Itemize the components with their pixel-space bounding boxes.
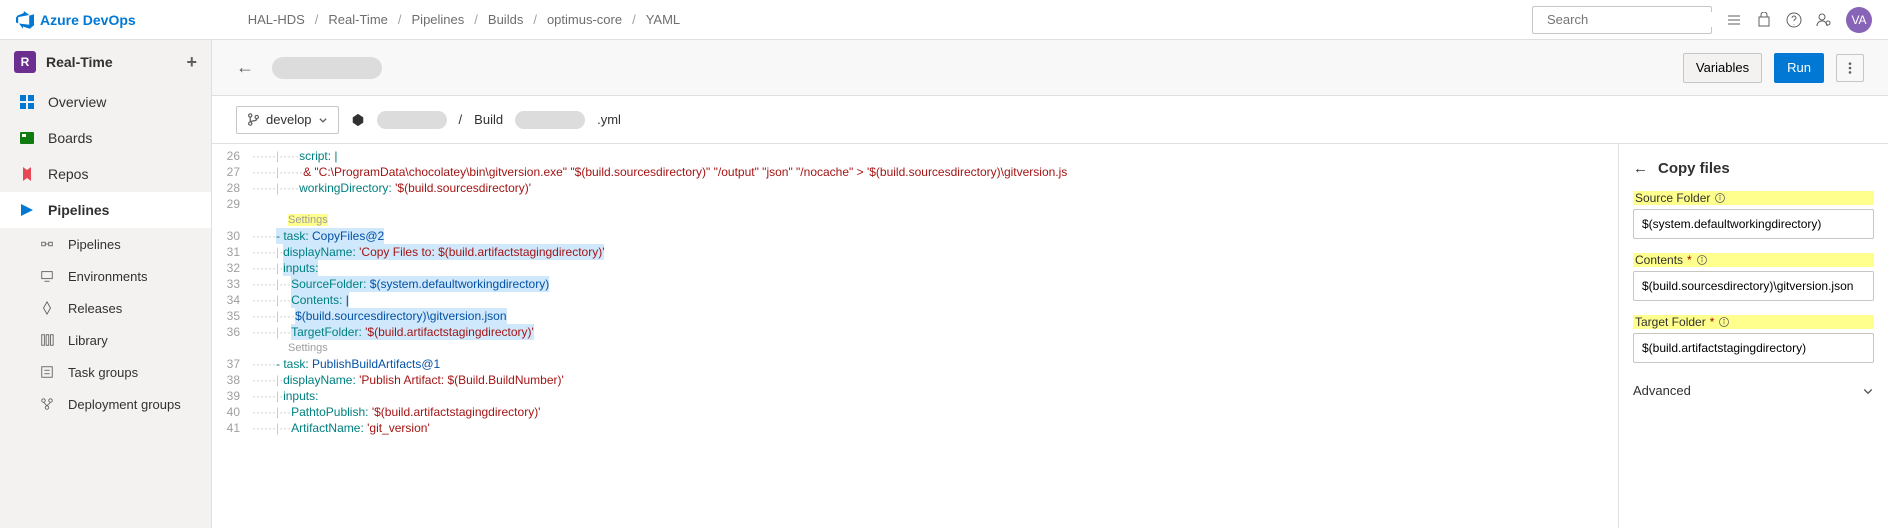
nav-environments[interactable]: Environments	[0, 260, 211, 292]
redacted-filename	[515, 111, 585, 129]
deployment-groups-icon	[38, 395, 56, 413]
library-icon	[38, 331, 56, 349]
file-icon	[351, 113, 365, 127]
breadcrumb-item[interactable]: HAL-HDS	[248, 12, 305, 27]
more-button[interactable]	[1836, 54, 1864, 82]
panel-title: Copy files	[1658, 160, 1730, 177]
branch-icon	[247, 113, 260, 126]
source-folder-label: Source Folder	[1633, 191, 1874, 205]
search-box[interactable]	[1532, 6, 1712, 34]
repos-icon	[18, 165, 36, 183]
contents-label: Contents *	[1633, 253, 1874, 267]
task-groups-icon	[38, 363, 56, 381]
target-folder-label: Target Folder *	[1633, 315, 1874, 329]
list-icon[interactable]	[1726, 12, 1742, 28]
shopping-bag-icon[interactable]	[1756, 12, 1772, 28]
advanced-section-toggle[interactable]: Advanced	[1633, 383, 1874, 398]
nav-repos[interactable]: Repos	[0, 156, 211, 192]
nav-pipelines-sub[interactable]: Pipelines	[0, 228, 211, 260]
releases-icon	[38, 299, 56, 317]
breadcrumb-item[interactable]: Real-Time	[328, 12, 387, 27]
redacted-title	[272, 57, 382, 79]
breadcrumb-item[interactable]: optimus-core	[547, 12, 622, 27]
nav-pipelines[interactable]: Pipelines	[0, 192, 211, 228]
nav-library[interactable]: Library	[0, 324, 211, 356]
brand-text: Azure DevOps	[40, 12, 136, 28]
breadcrumb: HAL-HDS/ Real-Time/ Pipelines/ Builds/ o…	[248, 12, 680, 27]
chevron-down-icon	[1862, 385, 1874, 397]
path-sep: /	[459, 112, 463, 127]
file-prefix: Build	[474, 112, 503, 127]
info-icon[interactable]	[1696, 254, 1708, 266]
run-button[interactable]: Run	[1774, 53, 1824, 83]
more-icon	[1843, 61, 1857, 75]
variables-button[interactable]: Variables	[1683, 53, 1762, 83]
breadcrumb-item[interactable]: YAML	[646, 12, 680, 27]
azure-devops-icon	[16, 11, 34, 29]
settings-codelens[interactable]: Settings	[212, 340, 1618, 356]
search-input[interactable]	[1547, 12, 1723, 27]
branch-selector[interactable]: develop	[236, 106, 339, 134]
source-folder-input[interactable]	[1633, 209, 1874, 239]
environments-icon	[38, 267, 56, 285]
info-icon[interactable]	[1714, 192, 1726, 204]
pipelines-icon	[18, 201, 36, 219]
info-icon[interactable]	[1718, 316, 1730, 328]
avatar[interactable]: VA	[1846, 7, 1872, 33]
help-icon[interactable]	[1786, 12, 1802, 28]
overview-icon	[18, 93, 36, 111]
nav-deployment-groups[interactable]: Deployment groups	[0, 388, 211, 420]
nav-releases[interactable]: Releases	[0, 292, 211, 324]
yaml-editor[interactable]: 26······|·····script: | 27······|······&…	[212, 144, 1618, 528]
breadcrumb-item[interactable]: Pipelines	[412, 12, 465, 27]
redacted-folder	[377, 111, 447, 129]
back-icon[interactable]: ←	[236, 57, 254, 78]
project-badge: R	[14, 51, 36, 73]
sidebar: R Real-Time + Overview Boards Repos Pipe…	[0, 40, 212, 528]
toolbar: ← Variables Run	[212, 40, 1888, 96]
user-settings-icon[interactable]	[1816, 12, 1832, 28]
nav-task-groups[interactable]: Task groups	[0, 356, 211, 388]
nav-overview[interactable]: Overview	[0, 84, 211, 120]
brand-logo[interactable]: Azure DevOps	[16, 11, 136, 29]
file-info-bar: develop / Build .yml	[212, 96, 1888, 144]
chevron-down-icon	[318, 115, 328, 125]
contents-input[interactable]	[1633, 271, 1874, 301]
task-panel: ← Copy files Source Folder Contents * Ta…	[1618, 144, 1888, 528]
boards-icon	[18, 129, 36, 147]
breadcrumb-item[interactable]: Builds	[488, 12, 523, 27]
nav-boards[interactable]: Boards	[0, 120, 211, 156]
project-header[interactable]: R Real-Time +	[0, 40, 211, 84]
add-icon[interactable]: +	[186, 52, 197, 73]
panel-back-icon[interactable]: ←	[1633, 160, 1648, 177]
target-folder-input[interactable]	[1633, 333, 1874, 363]
settings-codelens[interactable]: Settings	[212, 212, 1618, 228]
file-suffix: .yml	[597, 112, 621, 127]
project-name: Real-Time	[46, 54, 113, 70]
pipelines-sub-icon	[38, 235, 56, 253]
topbar: Azure DevOps HAL-HDS/ Real-Time/ Pipelin…	[0, 0, 1888, 40]
